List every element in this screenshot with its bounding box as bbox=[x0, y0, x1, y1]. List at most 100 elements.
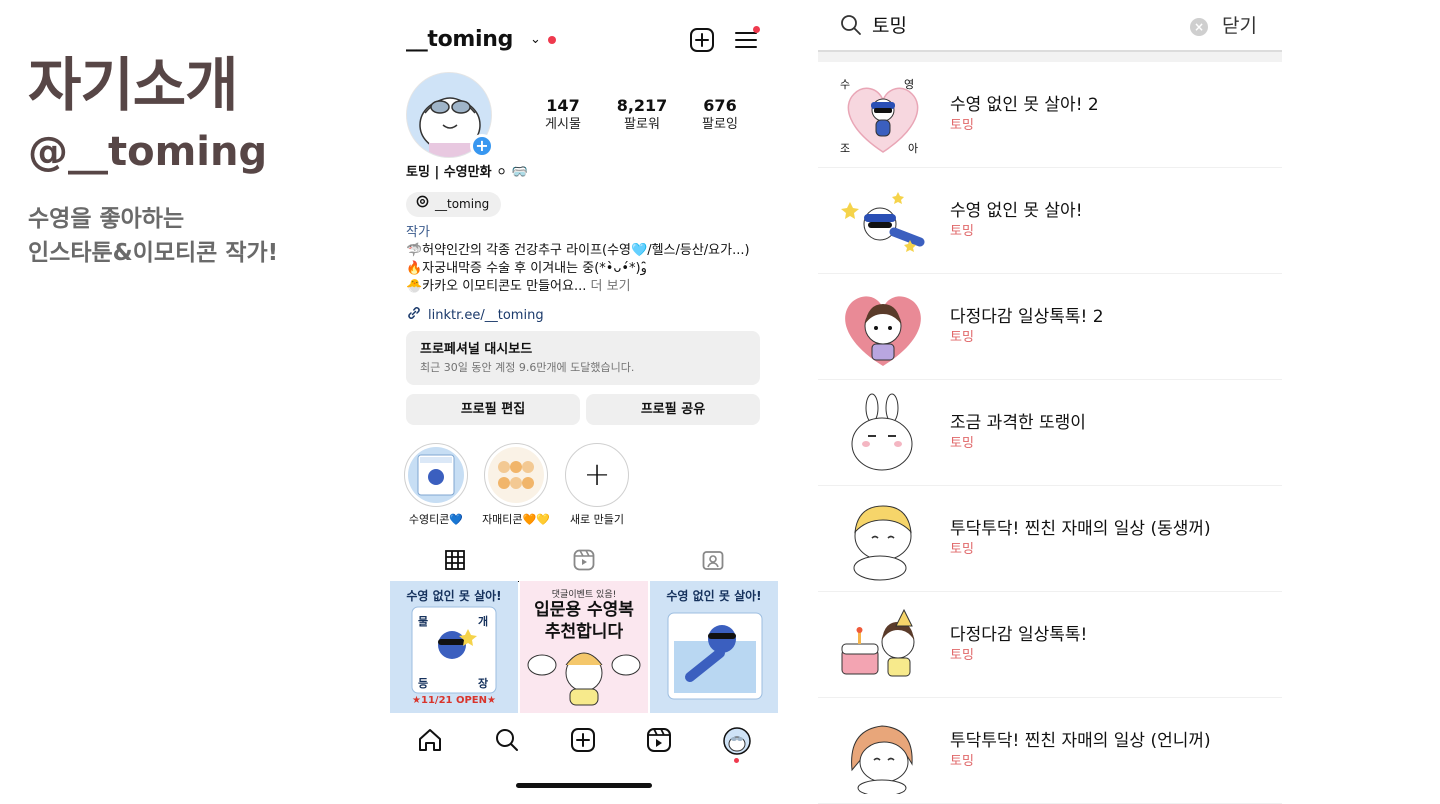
new-highlight-button[interactable]: + 새로 만들기 bbox=[565, 443, 629, 527]
highlight-item[interactable]: 수영티콘💙 bbox=[404, 443, 468, 527]
profile-tabs bbox=[390, 544, 778, 582]
stat-followers-value: 8,217 bbox=[616, 96, 668, 115]
professional-dashboard[interactable]: 프로페셔널 대시보드 최근 30일 동안 계정 9.6만개에 도달했습니다. bbox=[406, 331, 760, 385]
close-button[interactable]: 닫기 bbox=[1222, 12, 1257, 40]
profile-username[interactable]: __toming bbox=[406, 24, 513, 56]
post-side-text: 장 bbox=[478, 677, 489, 690]
profile-header: __toming ⌄ bbox=[406, 24, 762, 56]
reels-icon bbox=[572, 548, 596, 576]
post-thumbnail[interactable]: 댓글이벤트 있음! 입문용 수영복 추천합니다 bbox=[520, 581, 648, 713]
share-profile-button[interactable]: 프로필 공유 bbox=[586, 394, 760, 425]
intro-handle: @__toming bbox=[28, 129, 268, 175]
search-result-item[interactable]: 투닥투닥! 찐친 자매의 일상 (언니꺼) 토밍 bbox=[818, 698, 1282, 804]
search-result-item[interactable]: 수영 없인 못 살아! 토밍 bbox=[818, 168, 1282, 274]
post-side-text: 개 bbox=[478, 615, 489, 628]
reels-icon[interactable] bbox=[645, 726, 675, 756]
search-icon[interactable] bbox=[493, 726, 523, 756]
intro-description: 수영을 좋아하는 인스타툰&이모티콘 작가! bbox=[28, 206, 279, 266]
notification-dot bbox=[734, 758, 739, 763]
stat-following-label: 팔로잉 bbox=[702, 117, 738, 132]
result-title: 투닥투닥! 찐친 자매의 일상 (언니꺼) bbox=[950, 731, 1211, 751]
search-bar: 토밍 × 닫기 bbox=[818, 0, 1282, 52]
tagged-icon bbox=[701, 548, 725, 576]
profile-link[interactable]: linktr.ee/__toming bbox=[406, 305, 544, 326]
thumbnail-text: 영 bbox=[904, 78, 915, 91]
threads-badge[interactable]: __toming bbox=[406, 192, 502, 217]
stat-posts-value: 147 bbox=[546, 96, 580, 115]
instagram-profile-screen: __toming ⌄ + 147 게시물 8,217 팔로워 676 팔로잉 토… bbox=[390, 0, 778, 804]
result-author: 토밍 bbox=[950, 648, 974, 663]
intro-title: 자기소개 bbox=[28, 51, 238, 119]
result-author: 토밍 bbox=[950, 436, 974, 451]
search-result-item[interactable]: 수 영 조 아 수영 없인 못 살아! 2 토밍 bbox=[818, 62, 1282, 168]
result-title: 다정다감 일상톡톡! 2 bbox=[950, 307, 1104, 327]
stat-posts[interactable]: 147 게시물 bbox=[523, 96, 603, 133]
divider bbox=[818, 52, 1282, 62]
emoticon-thumbnail: 수 영 조 아 bbox=[838, 74, 928, 158]
tab-reels[interactable] bbox=[519, 544, 648, 580]
emoticon-thumbnail bbox=[838, 604, 928, 688]
post-illustration bbox=[667, 612, 763, 700]
threads-handle: __toming bbox=[435, 197, 490, 211]
stat-following[interactable]: 676 팔로잉 bbox=[680, 96, 760, 133]
bio-line: 🦈허약인간의 각종 건강추구 라이프(수영🩵/헬스/등산/요가...) bbox=[406, 243, 750, 258]
menu-notification-dot bbox=[753, 26, 760, 33]
posts-grid: 수영 없인 못 살아! 물 개 등 장 ★11/21 OPEN★ 댓글이벤트 있… bbox=[390, 581, 778, 713]
plus-icon: + bbox=[565, 443, 629, 507]
notification-dot bbox=[548, 36, 556, 44]
result-title: 수영 없인 못 살아! 2 bbox=[950, 95, 1099, 115]
profile-category: 작가 bbox=[406, 225, 430, 240]
create-icon[interactable] bbox=[569, 726, 599, 756]
profile-tab-avatar[interactable] bbox=[722, 726, 752, 763]
stat-following-value: 676 bbox=[703, 96, 737, 115]
link-icon bbox=[406, 305, 422, 326]
chevron-down-icon[interactable]: ⌄ bbox=[530, 24, 541, 56]
post-badge: ★11/21 OPEN★ bbox=[412, 695, 496, 706]
highlight-item[interactable]: 자매티콘🧡💛 bbox=[482, 443, 550, 527]
highlight-label: 수영티콘💙 bbox=[408, 513, 464, 526]
stat-followers-label: 팔로워 bbox=[624, 117, 660, 132]
home-icon[interactable] bbox=[416, 726, 446, 756]
result-author: 토밍 bbox=[950, 542, 974, 557]
bottom-navigation bbox=[390, 722, 778, 763]
post-thumbnail[interactable]: 수영 없인 못 살아! bbox=[650, 581, 778, 713]
menu-icon[interactable] bbox=[732, 26, 760, 54]
highlight-thumbnail bbox=[408, 447, 464, 503]
search-result-item[interactable]: 투닥투닥! 찐친 자매의 일상 (동생꺼) 토밍 bbox=[818, 486, 1282, 592]
emoticon-search-screen: 토밍 × 닫기 수 영 조 아 수영 없인 못 살아! 2 토밍 수영 없인 못… bbox=[818, 0, 1282, 804]
result-title: 투닥투닥! 찐친 자매의 일상 (동생꺼) bbox=[950, 519, 1211, 539]
add-story-icon[interactable]: + bbox=[470, 134, 494, 158]
search-result-item[interactable]: 다정다감 일상톡톡! 토밍 bbox=[818, 592, 1282, 698]
edit-profile-button[interactable]: 프로필 편집 bbox=[406, 394, 580, 425]
result-title: 다정다감 일상톡톡! bbox=[950, 625, 1088, 645]
result-author: 토밍 bbox=[950, 330, 974, 345]
tab-tagged[interactable] bbox=[648, 544, 777, 580]
highlight-label: 새로 만들기 bbox=[569, 513, 625, 526]
search-result-item[interactable]: 다정다감 일상톡톡! 2 토밍 bbox=[818, 274, 1282, 380]
search-input[interactable]: 토밍 bbox=[872, 13, 907, 39]
emoticon-thumbnail bbox=[838, 498, 928, 582]
dashboard-title: 프로페셔널 대시보드 bbox=[420, 342, 533, 357]
clear-search-icon[interactable]: × bbox=[1190, 18, 1208, 36]
emoticon-thumbnail bbox=[838, 710, 928, 797]
profile-display-name: 토밍 | 수영만화 ⚪ 🥽 bbox=[406, 165, 528, 180]
result-author: 토밍 bbox=[950, 754, 974, 769]
post-side-text: 등 bbox=[418, 677, 429, 690]
threads-icon bbox=[416, 192, 429, 217]
bio-line: 🔥자궁내막증 수술 후 이겨내는 중(*•̀ᴗ•́*)و ̑̑ bbox=[406, 261, 652, 276]
bio-more-link[interactable]: 더 보기 bbox=[591, 279, 631, 294]
result-title: 수영 없인 못 살아! bbox=[950, 201, 1083, 221]
result-author: 토밍 bbox=[950, 224, 974, 239]
search-result-item[interactable]: 조금 과격한 또랭이 토밍 bbox=[818, 380, 1282, 486]
profile-avatar[interactable]: + bbox=[406, 72, 494, 158]
emoticon-thumbnail bbox=[838, 180, 928, 264]
create-post-icon[interactable] bbox=[688, 26, 716, 54]
bio-line: 🐣카카오 이모티콘도 만들어요... 더 보기 bbox=[406, 278, 631, 295]
thumbnail-text: 수 bbox=[840, 78, 851, 91]
post-thumbnail[interactable]: 수영 없인 못 살아! 물 개 등 장 ★11/21 OPEN★ bbox=[390, 581, 518, 713]
profile-link-text: linktr.ee/__toming bbox=[428, 308, 544, 323]
stat-followers[interactable]: 8,217 팔로워 bbox=[602, 96, 682, 133]
bio-line-text: 🐣카카오 이모티콘도 만들어요... bbox=[406, 279, 587, 294]
home-indicator[interactable] bbox=[516, 783, 652, 788]
tab-posts-grid[interactable] bbox=[390, 544, 519, 582]
